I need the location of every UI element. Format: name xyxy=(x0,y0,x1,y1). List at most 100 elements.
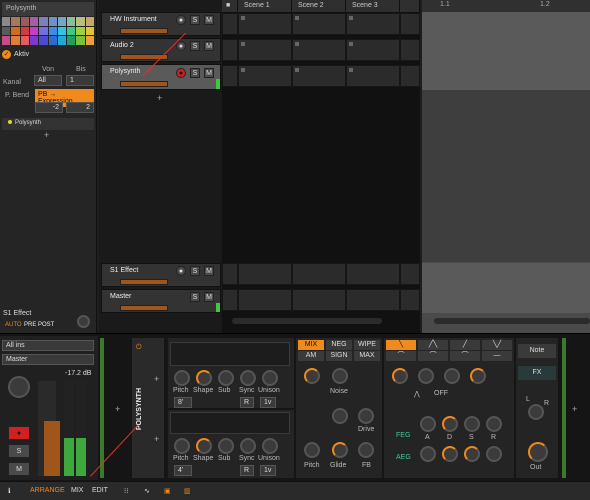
clip-slot[interactable] xyxy=(292,289,346,311)
octave-field[interactable]: 8' xyxy=(174,397,192,408)
scene-next-header[interactable] xyxy=(400,0,420,12)
osc1-sub-knob[interactable] xyxy=(218,370,234,386)
track-stop-button[interactable] xyxy=(222,263,238,285)
power-icon[interactable]: ⏻ xyxy=(136,344,142,352)
lanes-lower[interactable] xyxy=(422,263,590,313)
fb-knob[interactable] xyxy=(358,442,374,458)
clip-slot[interactable] xyxy=(400,65,420,87)
voices-field[interactable]: 1v xyxy=(260,397,276,408)
osc1-pitch-knob[interactable] xyxy=(174,370,190,386)
keytrack-knob[interactable] xyxy=(470,368,486,384)
channel-to-select[interactable]: 1 xyxy=(66,75,94,86)
feg-a-knob[interactable] xyxy=(420,416,436,432)
volume-fader[interactable] xyxy=(120,279,168,285)
neg-tab[interactable]: NEG xyxy=(326,340,352,350)
lanes-upper[interactable] xyxy=(422,12,590,90)
send-knob[interactable] xyxy=(77,315,90,328)
pitch-mod-knob[interactable] xyxy=(304,442,320,458)
pb-up-field[interactable]: 2 xyxy=(66,102,94,113)
clip-slot[interactable] xyxy=(292,263,346,285)
osc2-shape-knob[interactable] xyxy=(196,438,212,454)
aeg-d-knob[interactable] xyxy=(442,446,458,462)
clip-slot[interactable] xyxy=(400,289,420,311)
out-knob[interactable] xyxy=(528,442,548,462)
record-arm-button[interactable]: ● xyxy=(176,68,186,78)
osc1-unison-knob[interactable] xyxy=(262,370,278,386)
volume-fader[interactable] xyxy=(120,81,168,87)
channel-from-select[interactable]: All xyxy=(34,75,62,86)
solo-button[interactable]: S xyxy=(190,266,200,276)
octave-field[interactable]: 4' xyxy=(174,465,192,476)
mix-knob[interactable] xyxy=(304,368,320,384)
clip-slot[interactable] xyxy=(346,289,400,311)
env-amount-knob[interactable] xyxy=(444,368,460,384)
reset-field[interactable]: R xyxy=(240,397,254,408)
glide-knob[interactable] xyxy=(332,442,348,458)
pan-knob[interactable] xyxy=(528,404,544,420)
mute-button[interactable]: M xyxy=(204,41,214,51)
osc2-pitch-knob[interactable] xyxy=(174,438,190,454)
post-label[interactable]: POST xyxy=(38,322,54,328)
filter-type-hp[interactable]: ╱ xyxy=(450,340,480,350)
clip-slot[interactable] xyxy=(238,289,292,311)
mute-button[interactable]: M xyxy=(204,68,214,78)
wipe-tab[interactable]: WIPE xyxy=(354,340,380,350)
resonance-knob[interactable] xyxy=(418,368,434,384)
track-stop-button[interactable] xyxy=(222,289,238,311)
solo-button[interactable]: S xyxy=(190,41,200,51)
note-button[interactable]: Note xyxy=(518,344,556,358)
solo-button[interactable]: S xyxy=(190,68,200,78)
track-stop-button[interactable] xyxy=(222,39,238,61)
mute-button[interactable]: M xyxy=(204,292,214,302)
clip-slot[interactable] xyxy=(346,13,400,35)
track-stop-button[interactable] xyxy=(222,13,238,35)
edit-tab[interactable]: EDIT xyxy=(92,487,108,494)
scene-2-header[interactable]: Scene 2 xyxy=(292,0,346,12)
arrange-tab[interactable]: ARRANGE xyxy=(30,487,65,494)
am-tab[interactable]: AM xyxy=(298,351,324,361)
horizontal-scrollbar[interactable] xyxy=(232,318,382,324)
filter-slope-4[interactable]: — xyxy=(482,351,512,361)
clip-slot[interactable] xyxy=(400,13,420,35)
filter-slope-1[interactable]: ⌒ xyxy=(386,351,416,361)
track-hw-instrument[interactable]: HW Instrument ● S M xyxy=(101,12,221,36)
track-s1-effect[interactable]: S1 Effect ● S M xyxy=(101,263,221,287)
record-arm-button[interactable]: ● xyxy=(176,41,186,51)
track-stop-button[interactable] xyxy=(222,65,238,87)
pan-knob[interactable] xyxy=(8,376,30,398)
add-device-after-icon[interactable]: + xyxy=(572,404,577,414)
input-select[interactable]: All ins xyxy=(2,340,94,351)
track-polysynth[interactable]: Polysynth ● S M xyxy=(101,64,221,90)
mute-button[interactable]: M xyxy=(204,15,214,25)
osc2-unison-knob[interactable] xyxy=(262,438,278,454)
reset-field[interactable]: R xyxy=(240,465,254,476)
scene-1-header[interactable]: Scene 1 xyxy=(238,0,292,12)
aeg-r-knob[interactable] xyxy=(486,446,502,462)
info-icon[interactable]: ℹ xyxy=(8,487,11,495)
mix-tab[interactable]: MIX xyxy=(71,487,83,494)
pb-down-field[interactable]: -2 xyxy=(35,102,63,113)
filter-type-notch[interactable]: ╲╱ xyxy=(482,340,512,350)
clip-slot[interactable] xyxy=(346,65,400,87)
clip-slot[interactable] xyxy=(400,39,420,61)
clip-slot[interactable] xyxy=(238,263,292,285)
auto-label[interactable]: AUTO xyxy=(5,322,22,328)
device-list-item[interactable]: Polysynth xyxy=(2,118,94,130)
pre-label[interactable]: PRE xyxy=(24,322,36,328)
add-osc-icon[interactable]: + xyxy=(154,374,159,384)
clip-slot[interactable] xyxy=(238,13,292,35)
solo-button[interactable]: S xyxy=(190,292,200,302)
clip-slot[interactable] xyxy=(400,263,420,285)
mute-button[interactable]: M xyxy=(204,266,214,276)
filter-type-bp[interactable]: ╱╲ xyxy=(418,340,448,350)
filter-type-lp[interactable]: ╲ xyxy=(386,340,416,350)
max-tab[interactable]: MAX xyxy=(354,351,380,361)
mix-tab[interactable]: MIX xyxy=(298,340,324,350)
feg-r-knob[interactable] xyxy=(486,416,502,432)
off-label[interactable]: OFF xyxy=(434,390,448,397)
clip-slot[interactable] xyxy=(346,263,400,285)
record-arm-button[interactable]: ● xyxy=(176,15,186,25)
output-select[interactable]: Master xyxy=(2,354,94,365)
volume-fader[interactable] xyxy=(120,305,168,311)
noise-color-knob[interactable] xyxy=(332,408,348,424)
